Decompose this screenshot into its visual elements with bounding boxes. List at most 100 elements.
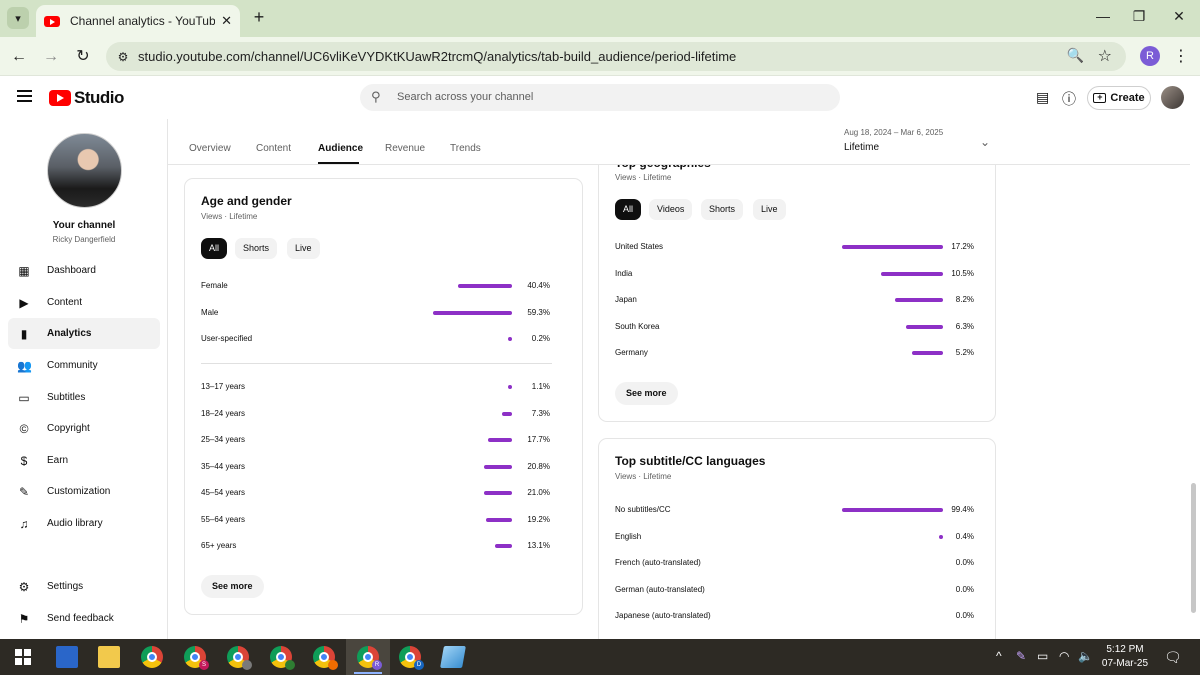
battery-icon[interactable]: ▭ xyxy=(1037,649,1048,663)
close-window-button[interactable]: ✕ xyxy=(1169,8,1189,25)
sidebar-item-community[interactable]: 👥 Community xyxy=(8,350,160,381)
sidebar-item-customization[interactable]: ✎ Customization xyxy=(8,476,160,507)
taskbar-clock[interactable]: 5:12 PM 07-Mar-25 xyxy=(1100,643,1150,671)
pen-icon[interactable]: ✎ xyxy=(1016,649,1026,663)
chrome-profile-2-icon[interactable] xyxy=(227,646,252,670)
filter-all[interactable]: All xyxy=(201,238,228,259)
filter-shorts[interactable]: Shorts xyxy=(235,238,278,259)
browser-profile-avatar[interactable]: R xyxy=(1140,46,1160,66)
studio-logo-text: Studio xyxy=(74,88,124,107)
earn-icon: $ xyxy=(20,453,28,468)
sidebar-item-earn[interactable]: $ Earn xyxy=(8,445,160,476)
language-label: French (auto-translated) xyxy=(615,558,701,567)
browser-menu-icon[interactable]: ⋮ xyxy=(1173,46,1189,66)
filter-live[interactable]: Live xyxy=(753,199,786,220)
new-tab-button[interactable]: + xyxy=(248,6,270,28)
chrome-icon[interactable] xyxy=(141,646,163,668)
country-percent: 8.2% xyxy=(955,295,974,304)
notifications-icon[interactable]: 🗨 xyxy=(1164,649,1182,666)
close-tab-icon[interactable]: ✕ xyxy=(221,13,232,29)
create-button[interactable]: + Create xyxy=(1087,86,1151,110)
restore-window-button[interactable]: ❐ xyxy=(1129,8,1149,25)
tab-search-button[interactable]: ▾ xyxy=(7,7,29,29)
card-title: Age and gender xyxy=(201,194,292,208)
forward-button[interactable]: → xyxy=(40,46,62,68)
tab-overview[interactable]: Overview xyxy=(189,143,231,154)
tab-audience[interactable]: Audience xyxy=(318,143,363,154)
age-gender-see-more-button[interactable]: See more xyxy=(201,575,264,598)
tab-trends[interactable]: Trends xyxy=(450,143,481,154)
sidebar-item-send-feedback[interactable]: ⚑ Send feedback xyxy=(8,603,160,634)
address-url[interactable]: studio.youtube.com/channel/UC6vliKeVYDKt… xyxy=(138,49,736,64)
period-range: Aug 18, 2024 – Mar 6, 2025 xyxy=(844,128,944,137)
sidebar-item-audio-library[interactable]: ♫ Audio library xyxy=(8,508,160,539)
sidebar-item-analytics[interactable]: ▮ Analytics xyxy=(8,318,160,349)
zoom-icon[interactable]: 🔍 xyxy=(1067,47,1084,64)
page-scrollbar[interactable] xyxy=(1191,483,1196,613)
studio-logo[interactable]: Studio xyxy=(49,88,124,108)
age-group-label: 35–44 years xyxy=(201,461,246,471)
gender-bar xyxy=(458,284,512,288)
menu-icon[interactable] xyxy=(17,90,32,102)
filter-shorts[interactable]: Shorts xyxy=(701,199,744,220)
sidebar: Your channel Ricky Dangerfield ▦ Dashboa… xyxy=(0,119,168,639)
tab-content[interactable]: Content xyxy=(256,143,291,154)
account-avatar[interactable] xyxy=(1161,86,1184,109)
channel-name: Ricky Dangerfield xyxy=(52,235,116,244)
windows-start-icon[interactable] xyxy=(12,646,34,668)
clock-time: 5:12 PM xyxy=(1106,644,1144,655)
sidebar-item-content[interactable]: ▶ Content xyxy=(8,287,160,318)
subtitle-languages-card: Top subtitle/CC languages Views · Lifeti… xyxy=(598,438,996,648)
geographies-see-more-button[interactable]: See more xyxy=(615,382,678,405)
wifi-icon[interactable]: ◠ xyxy=(1059,649,1069,663)
chrome-profile-4-icon[interactable] xyxy=(313,646,338,670)
channel-avatar[interactable] xyxy=(47,133,122,208)
age-group-label: 45–54 years xyxy=(201,488,246,497)
youtube-favicon-icon xyxy=(44,15,60,27)
messages-icon[interactable]: ▤ xyxy=(1036,89,1049,106)
file-explorer-icon[interactable] xyxy=(98,646,120,668)
volume-icon[interactable]: 🔈 xyxy=(1078,649,1093,663)
sidebar-item-label: Subtitles xyxy=(47,392,86,403)
reload-button[interactable]: ↻ xyxy=(72,46,94,68)
browser-tab-active[interactable]: Channel analytics - YouTube Studio ✕ xyxy=(36,5,240,37)
period-selector[interactable]: Aug 18, 2024 – Mar 6, 2025 Lifetime xyxy=(844,128,943,153)
channel-search[interactable]: ⚲ Search across your channel xyxy=(360,84,840,111)
language-label: No subtitles/CC xyxy=(615,505,671,514)
language-percent: 0.0% xyxy=(955,611,974,620)
show-hidden-icons-icon[interactable]: ^ xyxy=(996,649,1002,663)
filter-all[interactable]: All xyxy=(615,199,642,220)
country-percent: 17.2% xyxy=(951,242,974,251)
chrome-profile-3-icon[interactable] xyxy=(270,646,295,670)
language-percent: 0.0% xyxy=(955,584,974,594)
chevron-down-icon[interactable]: ⌄ xyxy=(980,135,990,149)
sidebar-item-subtitles[interactable]: ▭ Subtitles xyxy=(8,382,160,413)
site-info-icon[interactable]: ⚙ xyxy=(114,48,132,66)
period-value: Lifetime xyxy=(844,142,880,153)
country-label: India xyxy=(615,268,633,278)
gender-percent: 59.3% xyxy=(527,307,550,317)
age-group-label: 55–64 years xyxy=(201,514,246,524)
bookmark-star-icon[interactable]: ☆ xyxy=(1098,46,1112,66)
chrome-profile-s-icon[interactable]: S xyxy=(184,646,209,670)
address-bar[interactable]: ⚙ studio.youtube.com/channel/UC6vliKeVYD… xyxy=(106,42,1126,71)
sidebar-item-dashboard[interactable]: ▦ Dashboard xyxy=(8,255,160,286)
browser-tab-title: Channel analytics - YouTube Studio xyxy=(70,14,215,28)
calculator-icon[interactable] xyxy=(56,646,78,668)
gender-label: Male xyxy=(201,307,219,317)
notepad-icon[interactable] xyxy=(440,646,466,668)
country-percent: 6.3% xyxy=(955,321,974,331)
help-icon[interactable]: ⓘ xyxy=(1062,89,1076,109)
sidebar-item-label: Dashboard xyxy=(47,265,96,276)
filter-videos[interactable]: Videos xyxy=(649,199,693,220)
windows-taskbar: S R D ^ ✎ ▭ ◠ 🔈 5:12 PM 07-Mar-25 🗨 xyxy=(0,639,1200,675)
sidebar-item-copyright[interactable]: © Copyright xyxy=(8,413,160,444)
chrome-profile-d-icon[interactable]: D xyxy=(399,646,424,670)
chrome-profile-r-icon[interactable]: R xyxy=(357,646,382,670)
back-button[interactable]: ← xyxy=(8,46,30,68)
minimize-window-button[interactable]: — xyxy=(1093,8,1113,24)
filter-live[interactable]: Live xyxy=(287,238,320,259)
tab-revenue[interactable]: Revenue xyxy=(385,143,425,154)
sidebar-item-settings[interactable]: ⚙ Settings xyxy=(8,571,160,602)
country-percent: 5.2% xyxy=(955,348,974,357)
